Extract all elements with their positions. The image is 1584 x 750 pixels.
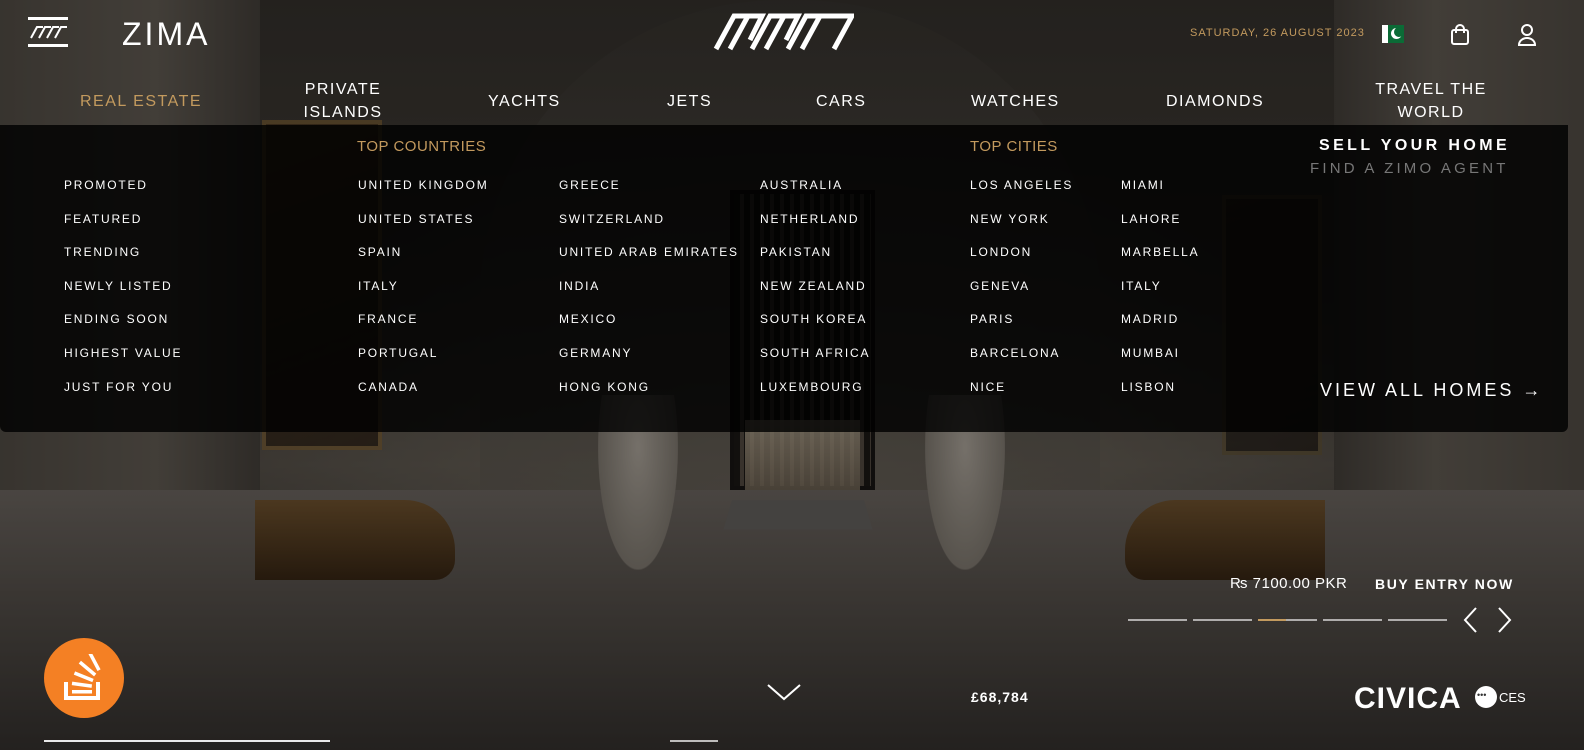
- hamburger-menu-icon[interactable]: [28, 17, 70, 49]
- chevron-down-icon[interactable]: [766, 683, 802, 701]
- slide-indicator[interactable]: [1193, 619, 1252, 621]
- country-link[interactable]: SPAIN: [358, 245, 402, 259]
- country-link[interactable]: ITALY: [358, 279, 399, 293]
- current-date: SATURDAY, 26 AUGUST 2023: [1190, 27, 1365, 39]
- pakistan-flag-icon[interactable]: [1382, 25, 1404, 43]
- country-link[interactable]: CANADA: [358, 380, 419, 394]
- city-link[interactable]: PARIS: [970, 312, 1014, 326]
- nav-private-islands[interactable]: PRIVATE ISLANDS: [300, 78, 386, 124]
- city-link[interactable]: LISBON: [1121, 380, 1176, 394]
- video-progress-bar[interactable]: [44, 740, 330, 742]
- country-link[interactable]: AUSTRALIA: [760, 178, 843, 192]
- city-link[interactable]: ITALY: [1121, 279, 1162, 293]
- ces-dots-icon: [1475, 686, 1497, 708]
- city-link[interactable]: MADRID: [1121, 312, 1179, 326]
- nav-real-estate[interactable]: REAL ESTATE: [80, 90, 202, 113]
- arrow-right-icon: →: [1522, 380, 1544, 400]
- chevron-right-icon[interactable]: [1497, 606, 1513, 634]
- country-link[interactable]: PORTUGAL: [358, 346, 438, 360]
- city-link[interactable]: MARBELLA: [1121, 245, 1199, 259]
- city-link[interactable]: LOS ANGELES: [970, 178, 1073, 192]
- nav-cars[interactable]: CARS: [816, 90, 866, 113]
- country-link[interactable]: SWITZERLAND: [559, 212, 665, 226]
- country-link[interactable]: NEW ZEALAND: [760, 279, 866, 293]
- country-link[interactable]: HONG KONG: [559, 380, 650, 394]
- user-icon[interactable]: [1517, 24, 1537, 46]
- country-link[interactable]: INDIA: [559, 279, 600, 293]
- shopping-bag-icon[interactable]: [1450, 24, 1470, 46]
- site-header: ZIMA SATURDAY, 26 AUGUST 2023: [0, 0, 1584, 70]
- category-link[interactable]: NEWLY LISTED: [64, 279, 173, 293]
- category-link[interactable]: TRENDING: [64, 245, 141, 259]
- main-navigation: REAL ESTATE PRIVATE ISLANDS YACHTS JETS …: [0, 78, 1584, 124]
- entry-price: ₨ 7100.00 PKR: [1230, 575, 1348, 592]
- view-all-homes-link[interactable]: VIEW ALL HOMES →: [1320, 380, 1543, 401]
- brand-name[interactable]: ZIMA: [122, 16, 210, 53]
- country-link[interactable]: LUXEMBOURG: [760, 380, 863, 394]
- view-all-homes-label: VIEW ALL HOMES: [1320, 380, 1515, 400]
- nav-yachts[interactable]: YACHTS: [488, 90, 561, 113]
- sell-your-home-link[interactable]: SELL YOUR HOME: [1319, 137, 1510, 155]
- slide-indicator[interactable]: [1388, 619, 1447, 621]
- ces-label: CES: [1499, 689, 1526, 705]
- top-countries-heading: TOP COUNTRIES: [357, 138, 487, 155]
- slide-indicators: [1128, 619, 1448, 621]
- category-link[interactable]: FEATURED: [64, 212, 142, 226]
- gbp-value: £68,784: [971, 689, 1029, 705]
- country-link[interactable]: UNITED ARAB EMIRATES: [559, 245, 739, 259]
- find-agent-link[interactable]: FIND A ZIMO AGENT: [1310, 160, 1509, 177]
- partner-logo-civica: CIVICA: [1354, 682, 1462, 715]
- city-link[interactable]: NICE: [970, 380, 1006, 394]
- logo-mark-icon[interactable]: [712, 12, 854, 52]
- country-link[interactable]: UNITED KINGDOM: [358, 178, 489, 192]
- slide-indicator[interactable]: [1128, 619, 1187, 621]
- category-link[interactable]: HIGHEST VALUE: [64, 346, 182, 360]
- category-link[interactable]: ENDING SOON: [64, 312, 169, 326]
- city-link[interactable]: GENEVA: [970, 279, 1030, 293]
- category-link[interactable]: PROMOTED: [64, 178, 148, 192]
- country-link[interactable]: PAKISTAN: [760, 245, 832, 259]
- city-link[interactable]: MIAMI: [1121, 178, 1165, 192]
- country-link[interactable]: SOUTH AFRICA: [760, 346, 870, 360]
- city-link[interactable]: MUMBAI: [1121, 346, 1180, 360]
- nav-jets[interactable]: JETS: [667, 90, 712, 113]
- country-link[interactable]: SOUTH KOREA: [760, 312, 867, 326]
- chevron-left-icon[interactable]: [1462, 606, 1478, 634]
- top-cities-heading: TOP CITIES: [970, 138, 1058, 155]
- nav-travel-the-world[interactable]: TRAVEL THE WORLD: [1370, 78, 1492, 124]
- category-link[interactable]: JUST FOR YOU: [64, 380, 173, 394]
- nav-watches[interactable]: WATCHES: [971, 90, 1060, 113]
- city-link[interactable]: LAHORE: [1121, 212, 1181, 226]
- country-link[interactable]: GREECE: [559, 178, 620, 192]
- country-link[interactable]: GERMANY: [559, 346, 632, 360]
- slide-indicator[interactable]: [1323, 619, 1382, 621]
- stackoverflow-icon[interactable]: [44, 638, 124, 718]
- city-link[interactable]: LONDON: [970, 245, 1032, 259]
- country-link[interactable]: UNITED STATES: [358, 212, 474, 226]
- country-link[interactable]: FRANCE: [358, 312, 418, 326]
- country-link[interactable]: MEXICO: [559, 312, 617, 326]
- city-link[interactable]: NEW YORK: [970, 212, 1050, 226]
- city-link[interactable]: BARCELONA: [970, 346, 1060, 360]
- nav-diamonds[interactable]: DIAMONDS: [1166, 90, 1264, 113]
- slide-indicator-active[interactable]: [1258, 619, 1317, 621]
- video-progress-bar-secondary: [670, 740, 718, 742]
- country-link[interactable]: NETHERLAND: [760, 212, 859, 226]
- buy-entry-button[interactable]: BUY ENTRY NOW: [1375, 576, 1514, 592]
- partner-logo-ces: CES: [1475, 686, 1526, 708]
